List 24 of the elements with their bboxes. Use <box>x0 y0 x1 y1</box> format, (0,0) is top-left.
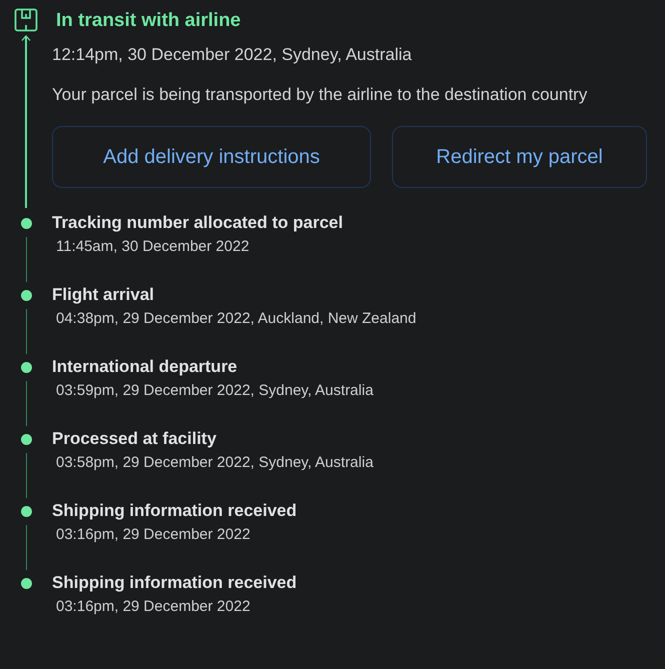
timeline-dot <box>20 578 32 589</box>
status-description: Your parcel is being transported by the airline to the destination country <box>52 84 588 106</box>
event-date: 03:16pm, 29 December 2022 <box>55 597 252 617</box>
timeline-dot <box>20 218 32 229</box>
event-date: 03:16pm, 29 December 2022 <box>55 525 252 545</box>
status-title: In transit with airline <box>56 9 242 33</box>
timeline-dot <box>20 362 32 373</box>
timeline-dot <box>20 506 32 517</box>
event-title: Shipping information received <box>52 572 298 594</box>
event-title: Flight arrival <box>52 284 156 306</box>
event-date: 11:45am, 30 December 2022 <box>55 237 250 257</box>
event-title: Processed at facility <box>52 428 218 450</box>
timeline-dot <box>20 434 32 445</box>
parcel-icon <box>14 8 38 32</box>
event-date: 04:38pm, 29 December 2022, Auckland, New Zealand <box>55 309 418 329</box>
action-button[interactable]: Add delivery instructions <box>52 126 371 188</box>
event-date: 03:59pm, 29 December 2022, Sydney, Australia <box>55 381 374 401</box>
event-title: Tracking number allocated to parcel <box>52 212 344 234</box>
event-date: 03:58pm, 29 December 2022, Sydney, Australia <box>55 453 374 473</box>
action-button[interactable]: Redirect my parcel <box>392 126 647 188</box>
event-title: Shipping information received <box>52 500 298 522</box>
event-title: International departure <box>52 356 238 378</box>
status-date: 12:14pm, 30 December 2022, Sydney, Australia <box>52 44 413 66</box>
timeline-dot <box>20 290 32 301</box>
